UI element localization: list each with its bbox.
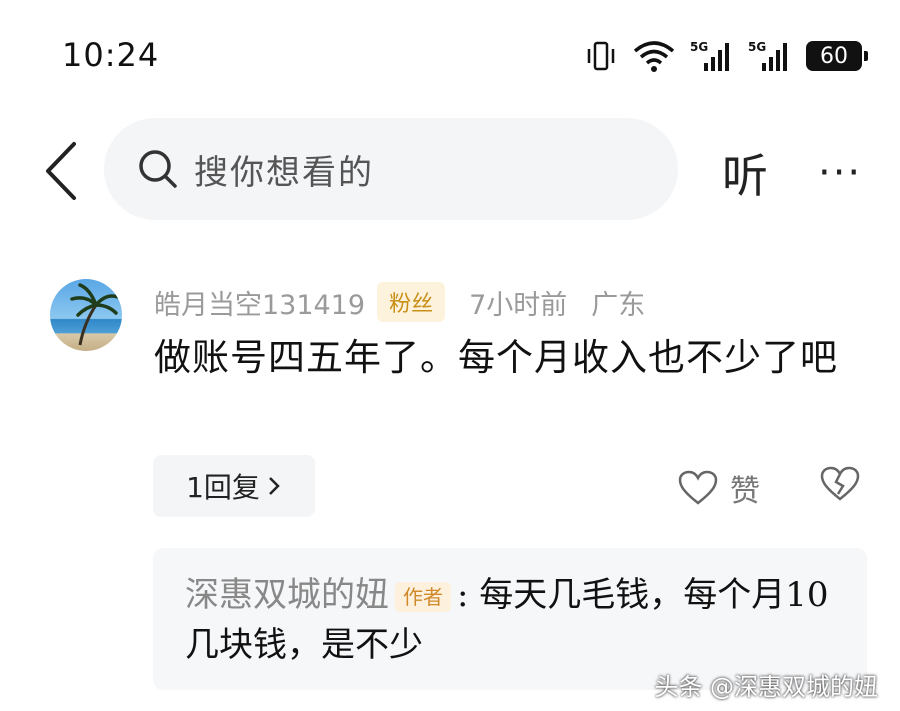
heart-icon bbox=[678, 470, 718, 505]
status-time: 10:24 bbox=[62, 36, 160, 74]
comment-username[interactable]: 皓月当空131419 bbox=[154, 283, 365, 322]
more-menu-button[interactable]: ··· bbox=[818, 150, 862, 196]
back-arrow-icon[interactable] bbox=[40, 140, 84, 202]
view-replies-button[interactable]: 1回复 bbox=[153, 455, 315, 517]
svg-text:5G: 5G bbox=[748, 40, 766, 54]
palm-tree-icon bbox=[70, 283, 120, 346]
like-label: 赞 bbox=[730, 474, 760, 509]
broken-heart-icon[interactable] bbox=[820, 466, 860, 502]
signal-5g-icon: 5G bbox=[748, 40, 787, 71]
comment-time: 7小时前 bbox=[469, 289, 568, 321]
like-button[interactable]: 赞 bbox=[678, 466, 760, 510]
status-icons: 5G 5G 60 bbox=[584, 36, 868, 76]
battery-level: 60 bbox=[820, 43, 848, 69]
signal-5g-icon: 5G bbox=[690, 40, 729, 71]
search-placeholder: 搜你想看的 bbox=[194, 152, 374, 193]
search-input[interactable]: 搜你想看的 bbox=[104, 118, 678, 220]
svg-text:5G: 5G bbox=[690, 40, 708, 54]
fan-badge: 粉丝 bbox=[377, 282, 446, 322]
reply-author-name[interactable]: 深惠双城的妞 bbox=[185, 575, 389, 615]
reply-count-label: 1回复 bbox=[186, 471, 260, 504]
listen-button[interactable]: 听 bbox=[722, 140, 768, 206]
watermark: 头条 @深惠双城的妞 bbox=[654, 673, 878, 701]
search-icon bbox=[139, 150, 177, 188]
vibrate-icon bbox=[587, 41, 615, 71]
author-reply: 深惠双城的妞 作者: 每天几毛钱，每个月10几块钱，是不少 bbox=[185, 570, 845, 670]
avatar[interactable] bbox=[50, 279, 122, 351]
comment-location: 广东 bbox=[591, 289, 646, 321]
comment-text: 做账号四五年了。每个月收入也不少了吧 bbox=[154, 336, 838, 379]
battery-icon: 60 bbox=[806, 41, 868, 71]
author-badge: 作者 bbox=[395, 582, 451, 612]
wifi-icon bbox=[633, 41, 675, 72]
chevron-right-icon bbox=[269, 477, 280, 495]
comment-meta: 皓月当空131419 粉丝 7小时前 广东 bbox=[154, 282, 645, 322]
